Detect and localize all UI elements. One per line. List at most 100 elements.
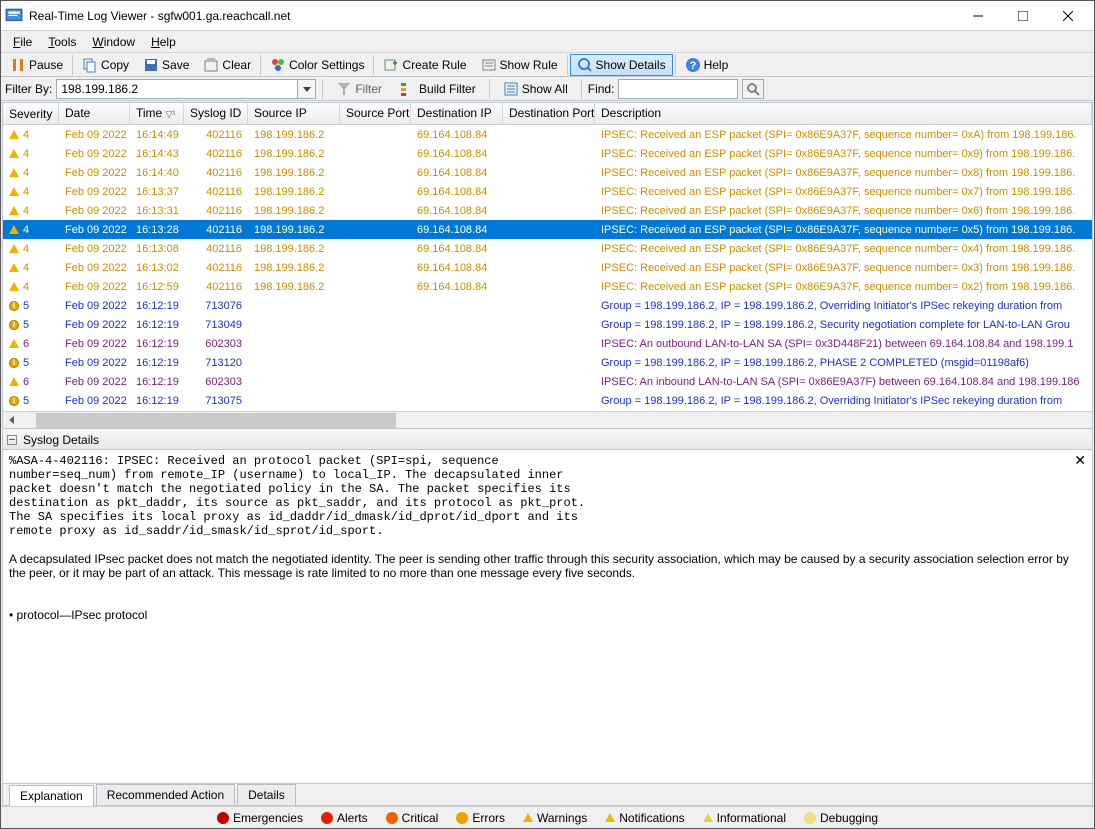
details-title: Syslog Details <box>23 433 99 447</box>
info-icon: i <box>9 358 19 368</box>
warning-icon <box>9 377 19 386</box>
syslog-template-line: number=seq_num) from remote_IP (username… <box>9 468 1086 482</box>
table-row[interactable]: 4Feb 09 202216:13:37402116198.199.186.26… <box>3 182 1092 201</box>
col-source-ip[interactable]: Source IP <box>248 103 340 124</box>
syslog-template-line: packet doesn't match the negotiated poli… <box>9 482 1086 496</box>
warning-icon <box>9 339 19 348</box>
tab-details[interactable]: Details <box>237 784 296 805</box>
col-dest-port[interactable]: Destination Port <box>503 103 595 124</box>
details-icon <box>577 57 593 73</box>
table-row[interactable]: 4Feb 09 202216:14:43402116198.199.186.26… <box>3 144 1092 163</box>
filter-dropdown-icon[interactable] <box>298 79 316 99</box>
search-icon <box>746 82 760 96</box>
table-row[interactable]: 4Feb 09 202216:13:28402116198.199.186.26… <box>3 220 1092 239</box>
help-icon: ? <box>685 57 701 73</box>
col-syslog-id[interactable]: Syslog ID <box>184 103 248 124</box>
maximize-button[interactable] <box>1000 1 1045 30</box>
app-icon <box>5 7 23 25</box>
warning-icon <box>9 130 19 139</box>
info-icon: i <box>9 301 19 311</box>
warning-icon <box>9 263 19 272</box>
pause-button[interactable]: Pause <box>3 54 70 76</box>
syslog-template-line: %ASA-4-402116: IPSEC: Received an protoc… <box>9 454 1086 468</box>
col-time[interactable]: Time ▽¹ <box>130 103 184 124</box>
warning-icon <box>9 168 19 177</box>
warning-icon <box>9 206 19 215</box>
show-rule-button[interactable]: Show Rule <box>474 54 565 76</box>
horizontal-scrollbar[interactable] <box>3 411 1092 428</box>
menu-file[interactable]: File <box>5 33 40 51</box>
table-row[interactable]: 4Feb 09 202216:12:59402116198.199.186.26… <box>3 277 1092 296</box>
table-row[interactable]: 4Feb 09 202216:14:40402116198.199.186.26… <box>3 163 1092 182</box>
filter-input[interactable] <box>56 79 298 99</box>
clear-button[interactable]: Clear <box>196 54 258 76</box>
pause-icon <box>10 57 26 73</box>
minimize-button[interactable] <box>955 1 1000 30</box>
table-row[interactable]: 6Feb 09 202216:12:19602303IPSEC: An inbo… <box>3 372 1092 391</box>
details-paragraph: A decapsulated IPsec packet does not mat… <box>9 552 1086 580</box>
find-label: Find: <box>588 82 615 96</box>
svg-text:?: ? <box>689 60 696 72</box>
pause-label: Pause <box>29 58 63 72</box>
menu-bar: File Tools Window Help <box>1 31 1094 53</box>
color-label: Color Settings <box>289 58 364 72</box>
show-all-button[interactable]: Show All <box>496 78 575 100</box>
warning-icon <box>523 813 533 822</box>
clear-icon <box>203 57 219 73</box>
table-row[interactable]: 6Feb 09 202216:12:19602303IPSEC: An outb… <box>3 334 1092 353</box>
table-row[interactable]: 4Feb 09 202216:14:49402116198.199.186.26… <box>3 125 1092 144</box>
close-button[interactable] <box>1045 1 1090 30</box>
color-settings-button[interactable]: Color Settings <box>263 54 371 76</box>
show-rule-icon <box>481 57 497 73</box>
show-details-label: Show Details <box>596 58 666 72</box>
warning-icon <box>703 813 713 822</box>
filter-button[interactable]: Filter <box>329 78 389 100</box>
col-source-port[interactable]: Source Port <box>340 103 411 124</box>
save-button[interactable]: Save <box>136 54 196 76</box>
table-body[interactable]: 4Feb 09 202216:14:49402116198.199.186.26… <box>3 125 1092 411</box>
table-row[interactable]: i5Feb 09 202216:12:19713049Group = 198.1… <box>3 315 1092 334</box>
status-emergencies: Emergencies <box>217 811 303 825</box>
tab-explanation[interactable]: Explanation <box>9 785 94 806</box>
save-label: Save <box>162 58 189 72</box>
tab-recommended-action[interactable]: Recommended Action <box>96 784 235 805</box>
create-rule-icon <box>383 57 399 73</box>
table-row[interactable]: 4Feb 09 202216:13:02402116198.199.186.26… <box>3 258 1092 277</box>
col-dest-ip[interactable]: Destination IP <box>411 103 503 124</box>
details-close-icon[interactable]: ✕ <box>1074 452 1086 469</box>
col-description[interactable]: Description <box>595 103 1092 124</box>
warning-icon <box>9 244 19 253</box>
show-rule-label: Show Rule <box>500 58 558 72</box>
copy-button[interactable]: Copy <box>75 54 136 76</box>
table-row[interactable]: 4Feb 09 202216:13:08402116198.199.186.26… <box>3 239 1092 258</box>
copy-icon <box>82 57 98 73</box>
find-button[interactable] <box>742 79 764 99</box>
save-icon <box>143 57 159 73</box>
menu-window[interactable]: Window <box>84 33 143 51</box>
details-tabs: Explanation Recommended Action Details <box>2 784 1093 806</box>
build-filter-button[interactable]: Build Filter <box>393 78 483 100</box>
col-date[interactable]: Date <box>59 103 130 124</box>
collapse-icon[interactable]: – <box>7 435 17 445</box>
funnel-icon <box>336 81 352 97</box>
filter-by-label: Filter By: <box>5 82 52 96</box>
help-button[interactable]: ? Help <box>678 54 736 76</box>
build-filter-icon <box>400 81 416 97</box>
col-severity[interactable]: Severity <box>3 103 59 124</box>
table-row[interactable]: i5Feb 09 202216:12:19713120Group = 198.1… <box>3 353 1092 372</box>
status-informational: Informational <box>703 811 786 825</box>
status-warnings: Warnings <box>523 811 587 825</box>
status-bar: Emergencies Alerts Critical Errors Warni… <box>1 806 1094 828</box>
table-header: Severity Date Time ▽¹ Syslog ID Source I… <box>3 103 1092 125</box>
table-row[interactable]: i5Feb 09 202216:12:19713076Group = 198.1… <box>3 296 1092 315</box>
menu-tools[interactable]: Tools <box>40 33 84 51</box>
menu-help[interactable]: Help <box>143 33 184 51</box>
syslog-template-line: The SA specifies its local proxy as id_d… <box>9 510 1086 524</box>
warning-icon <box>9 225 19 234</box>
table-row[interactable]: i5Feb 09 202216:12:19713075Group = 198.1… <box>3 391 1092 410</box>
find-input[interactable] <box>618 79 738 99</box>
table-row[interactable]: 4Feb 09 202216:13:31402116198.199.186.26… <box>3 201 1092 220</box>
show-details-button[interactable]: Show Details <box>570 54 673 76</box>
palette-icon <box>270 57 286 73</box>
create-rule-button[interactable]: Create Rule <box>376 54 473 76</box>
